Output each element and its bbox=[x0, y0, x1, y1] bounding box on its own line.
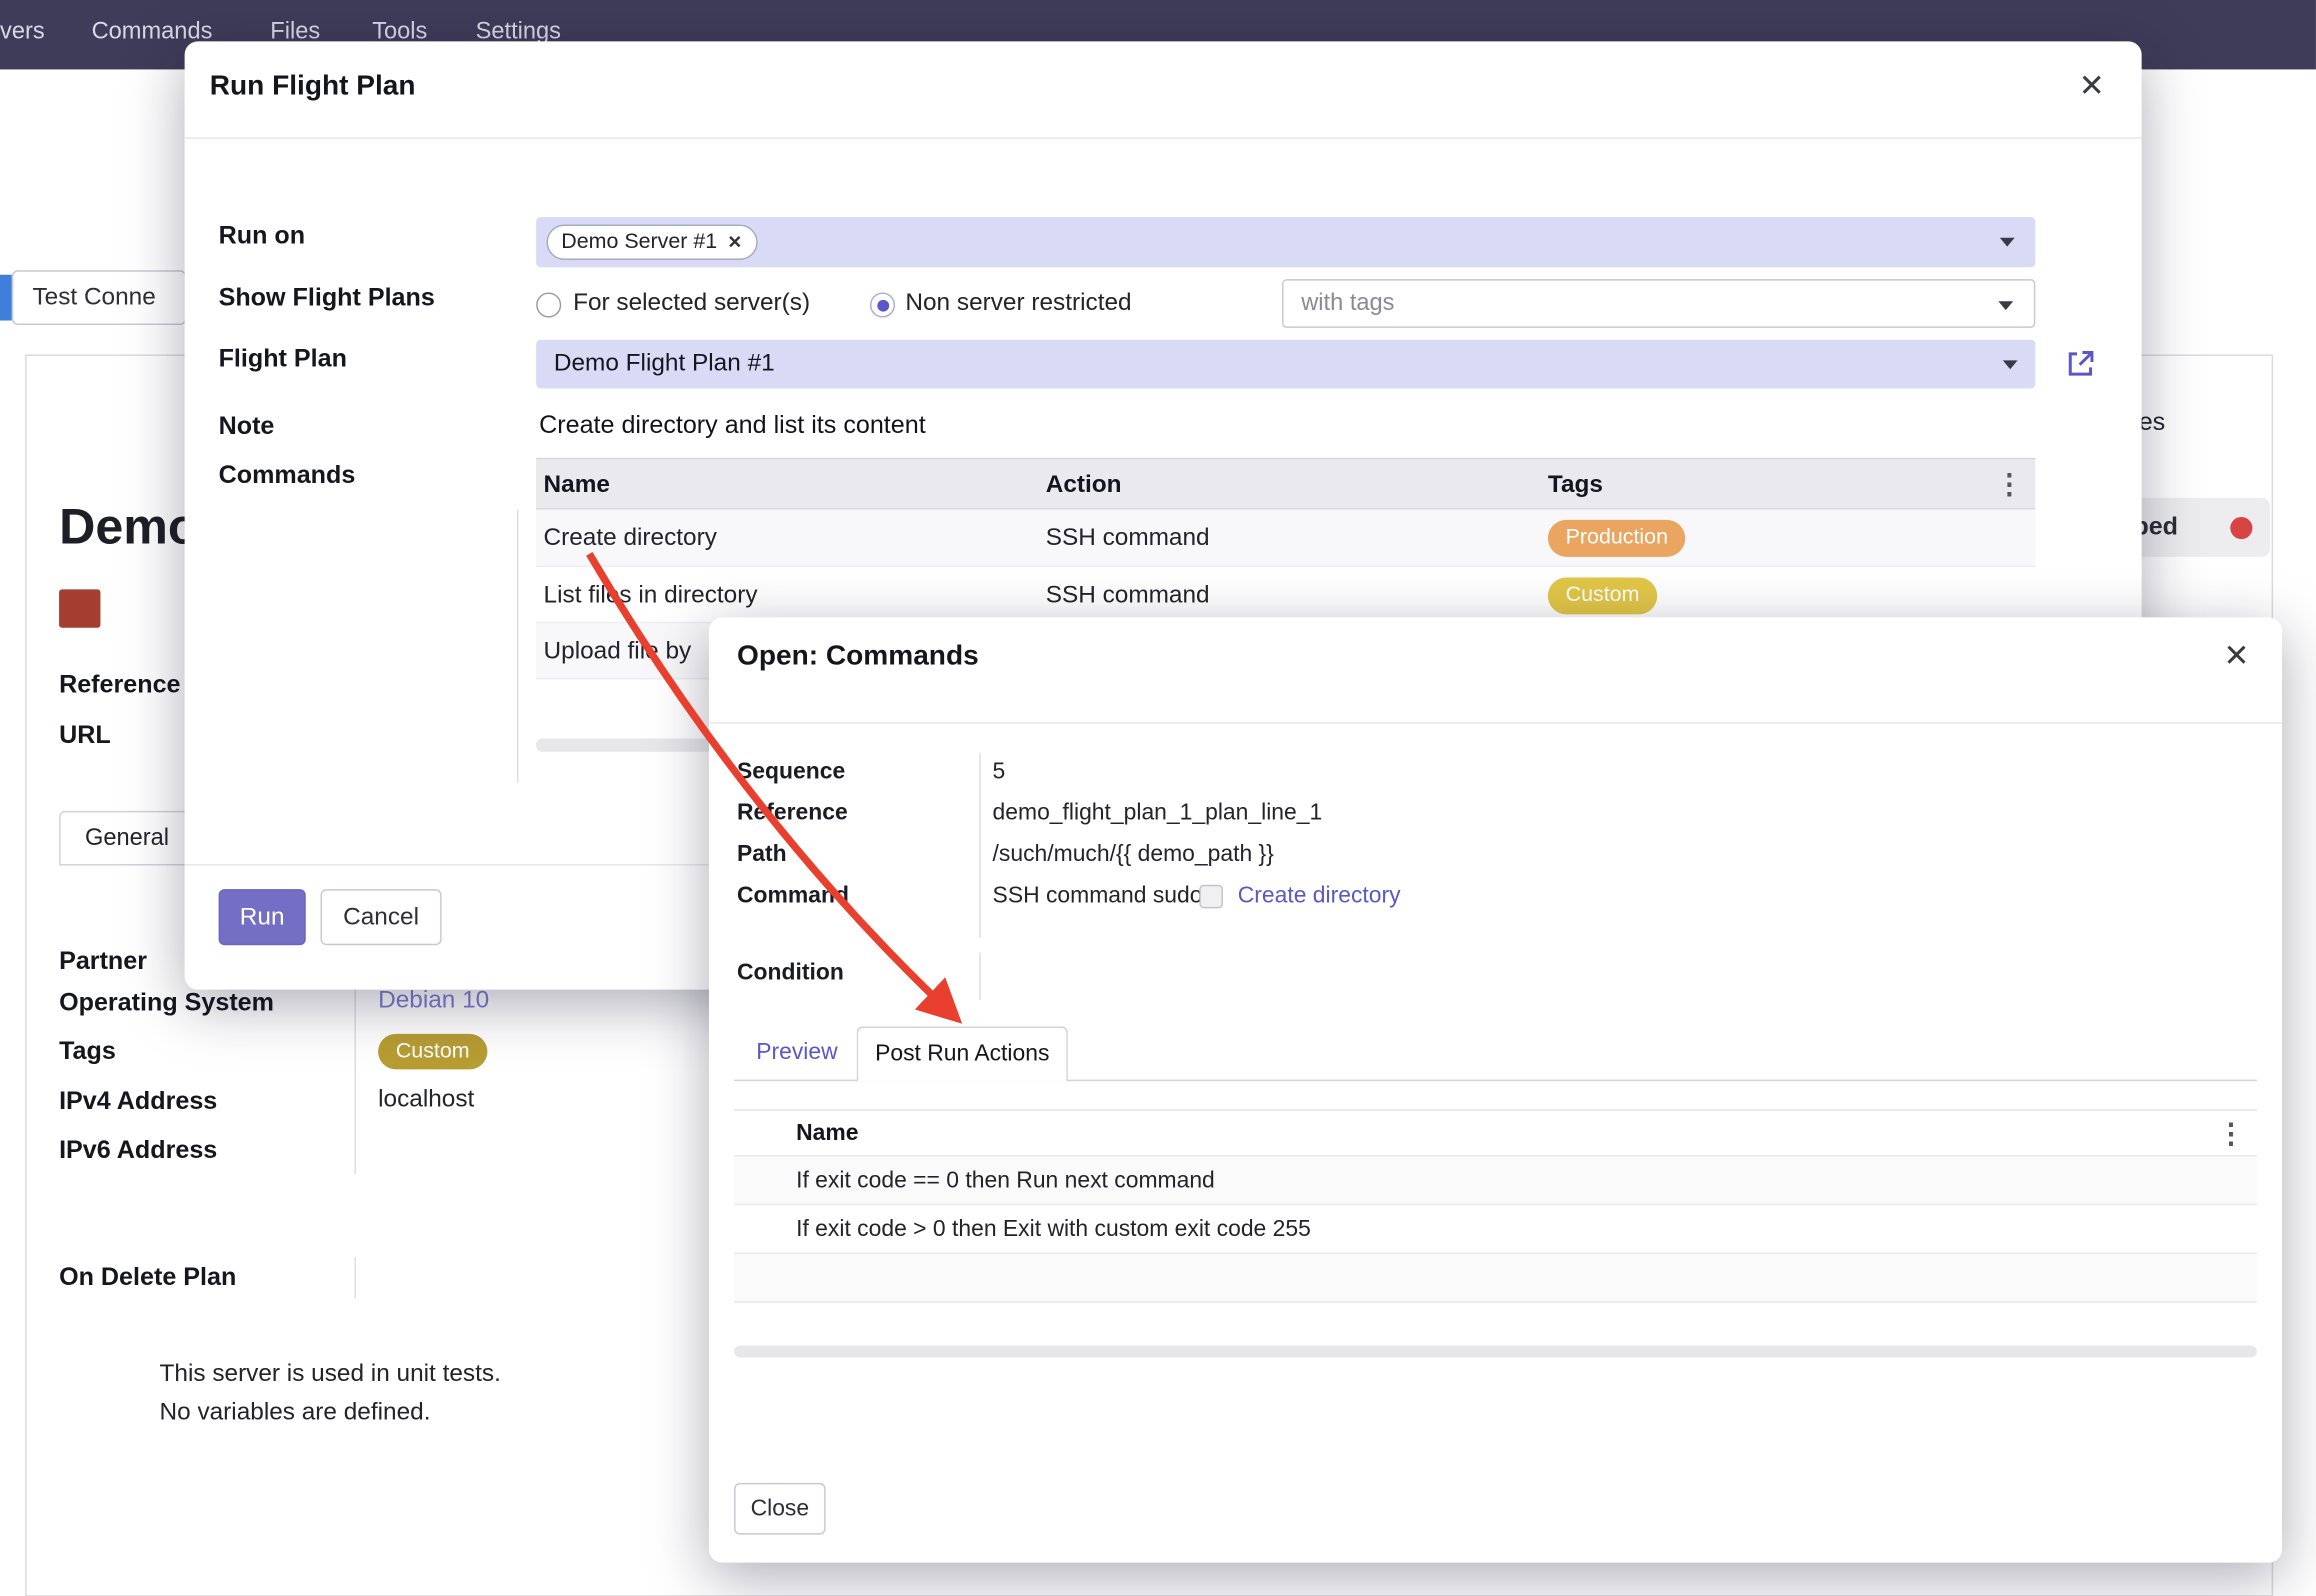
horizontal-scrollbar[interactable] bbox=[734, 1346, 2257, 1358]
table-header-row: Name Action Tags ⋮ bbox=[536, 458, 2035, 510]
table-row[interactable]: List files in directory SSH command Cust… bbox=[536, 567, 2035, 623]
cell-name: List files in directory bbox=[544, 567, 758, 623]
path-value: /such/much/{{ demo_path }} bbox=[993, 842, 1274, 869]
server-heading: Demo bbox=[59, 499, 199, 557]
close-icon[interactable]: ✕ bbox=[2223, 638, 2249, 675]
ipv4-label: IPv4 Address bbox=[59, 1087, 217, 1117]
kebab-menu-icon[interactable]: ⋮ bbox=[2217, 1121, 2245, 1149]
action-row-empty bbox=[734, 1254, 2257, 1303]
radio-for-selected-servers-label[interactable]: For selected server(s) bbox=[573, 289, 810, 317]
actions-table-header: Name ⋮ bbox=[734, 1109, 2257, 1156]
action-text: If exit code == 0 then Run next command bbox=[796, 1156, 1215, 1205]
url-label: URL bbox=[59, 721, 111, 751]
modal-title: Run Flight Plan bbox=[210, 71, 416, 103]
server-tag-chip[interactable]: Demo Server #1 ✕ bbox=[546, 225, 757, 260]
color-swatch[interactable] bbox=[59, 589, 100, 627]
unit-tests-note-line1: This server is used in unit tests. bbox=[160, 1360, 501, 1388]
table-left-guide bbox=[517, 510, 518, 783]
command-label: Command bbox=[737, 883, 849, 910]
nav-item-servers[interactable]: vers bbox=[0, 19, 45, 46]
ipv4-value: localhost bbox=[378, 1086, 474, 1114]
tab-post-run-actions[interactable]: Post Run Actions bbox=[857, 1027, 1068, 1082]
close-icon[interactable]: ✕ bbox=[2079, 68, 2105, 105]
unit-tests-note-line2: No variables are defined. bbox=[160, 1399, 431, 1427]
on-delete-plan-label: On Delete Plan bbox=[59, 1263, 236, 1293]
cancel-button[interactable]: Cancel bbox=[321, 889, 442, 945]
partner-label: Partner bbox=[59, 947, 147, 977]
external-link-icon[interactable] bbox=[2065, 347, 2097, 379]
open-commands-modal: Open: Commands ✕ Sequence Reference Path… bbox=[709, 617, 2282, 1562]
run-button[interactable]: Run bbox=[219, 889, 306, 945]
reference-label: Reference bbox=[737, 801, 848, 828]
cell-action: SSH command bbox=[1046, 567, 1210, 623]
command-checkbox[interactable] bbox=[1199, 885, 1223, 909]
notes-tab-partial[interactable]: es bbox=[2139, 408, 2166, 438]
primary-button-edge bbox=[0, 275, 12, 321]
cell-name: Upload file by bbox=[544, 623, 692, 679]
radio-non-server-restricted-label[interactable]: Non server restricted bbox=[905, 289, 1131, 317]
show-flight-plans-label: Show Flight Plans bbox=[219, 284, 435, 314]
os-value-link[interactable]: Debian 10 bbox=[378, 987, 489, 1015]
modal-title: Open: Commands bbox=[737, 641, 979, 673]
condition-label: Condition bbox=[737, 960, 844, 987]
action-row[interactable]: If exit code == 0 then Run next command bbox=[734, 1156, 2257, 1205]
commands-label: Commands bbox=[219, 461, 356, 491]
tab-general[interactable]: General bbox=[59, 811, 195, 866]
table-row[interactable]: Create directory SSH command Production bbox=[536, 510, 2035, 568]
flight-plan-select[interactable]: Demo Flight Plan #1 bbox=[536, 340, 2035, 389]
field-separator bbox=[979, 953, 980, 1000]
test-connection-button[interactable]: Test Conne bbox=[12, 270, 186, 325]
with-tags-placeholder: with tags bbox=[1301, 291, 1394, 318]
cell-action: SSH command bbox=[1046, 510, 1210, 568]
chevron-down-icon bbox=[2000, 238, 2015, 247]
kebab-menu-icon[interactable]: ⋮ bbox=[1995, 471, 2023, 499]
flight-plan-label: Flight Plan bbox=[219, 344, 347, 374]
path-label: Path bbox=[737, 842, 787, 869]
ipv6-label: IPv6 Address bbox=[59, 1136, 217, 1166]
col-header-name[interactable]: Name bbox=[796, 1111, 858, 1157]
remove-tag-icon[interactable]: ✕ bbox=[728, 232, 743, 253]
tab-preview[interactable]: Preview bbox=[756, 1040, 837, 1067]
modal-header-divider bbox=[185, 137, 2142, 138]
col-header-name[interactable]: Name bbox=[544, 459, 610, 509]
sequence-value: 5 bbox=[993, 759, 1006, 786]
chevron-down-icon bbox=[1998, 301, 2013, 310]
action-text: If exit code > 0 then Exit with custom e… bbox=[796, 1205, 1311, 1254]
col-header-tags[interactable]: Tags bbox=[1548, 459, 1603, 509]
radio-for-selected-servers[interactable] bbox=[536, 292, 561, 317]
tag-badge-custom: Custom bbox=[378, 1034, 487, 1069]
tag-badge-custom: Custom bbox=[1548, 578, 1657, 615]
modal-header-divider bbox=[709, 722, 2282, 723]
tag-badge-production: Production bbox=[1548, 520, 1686, 557]
field-separator bbox=[979, 753, 980, 938]
sequence-label: Sequence bbox=[737, 759, 845, 786]
flight-plan-value: Demo Flight Plan #1 bbox=[554, 350, 775, 378]
cell-name: Create directory bbox=[544, 510, 717, 568]
col-header-action[interactable]: Action bbox=[1046, 459, 1122, 509]
note-label: Note bbox=[219, 412, 275, 442]
tags-label: Tags bbox=[59, 1037, 116, 1067]
field-separator bbox=[354, 1257, 355, 1298]
create-directory-link[interactable]: Create directory bbox=[1238, 883, 1401, 910]
status-red-dot-icon bbox=[2230, 517, 2252, 539]
os-label: Operating System bbox=[59, 988, 274, 1018]
screen: vers Commands Files Tools Settings Test … bbox=[0, 0, 2316, 1596]
run-on-label: Run on bbox=[219, 222, 305, 252]
command-value: SSH command sudo bbox=[993, 883, 1203, 910]
reference-value: demo_flight_plan_1_plan_line_1 bbox=[993, 801, 1323, 828]
chevron-down-icon bbox=[2003, 360, 2018, 369]
server-tag-label: Demo Server #1 bbox=[561, 230, 717, 254]
with-tags-select[interactable]: with tags bbox=[1282, 279, 2035, 328]
flight-plan-description: Create directory and list its content bbox=[539, 411, 926, 441]
action-row[interactable]: If exit code > 0 then Exit with custom e… bbox=[734, 1205, 2257, 1254]
radio-non-server-restricted[interactable] bbox=[870, 292, 895, 317]
run-on-field[interactable]: Demo Server #1 ✕ bbox=[536, 217, 2035, 267]
reference-label: Reference bbox=[59, 671, 180, 701]
close-button[interactable]: Close bbox=[734, 1483, 826, 1535]
